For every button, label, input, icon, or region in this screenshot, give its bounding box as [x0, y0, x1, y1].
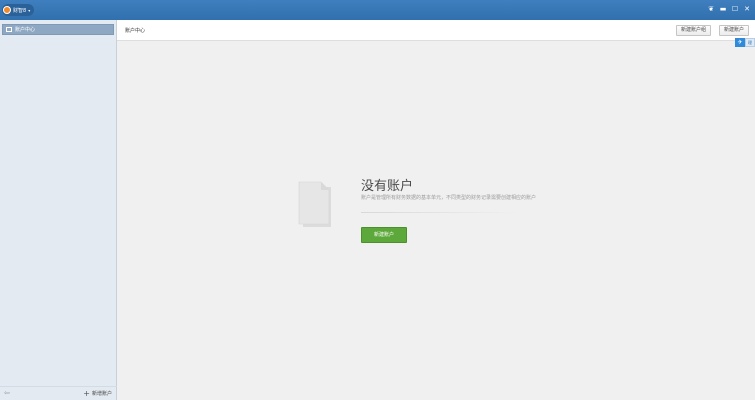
empty-state: 没有账户 账户是管理所有财务数据的基本单元，不同类型的财务记录需要创建相应的账户… [297, 175, 597, 255]
plus-icon: + [83, 389, 90, 398]
new-account-button[interactable]: 新建账户 [718, 25, 749, 36]
add-account-label: 新增账户 [91, 391, 112, 397]
page-title: 账户中心 [125, 28, 146, 34]
window-controls: ❦ ▬ ☐ ✕ [707, 5, 751, 14]
divider [361, 212, 521, 213]
sidebar-footer: ⇦ + 新增账户 [0, 386, 117, 400]
close-icon[interactable]: ✕ [743, 5, 751, 14]
title-bar: 财智8 ▾ ❦ ▬ ☐ ✕ [0, 0, 755, 20]
document-icon [298, 181, 331, 227]
skin-icon[interactable]: ❦ [707, 5, 715, 14]
finance-tab[interactable]: 理 [745, 38, 755, 47]
content-header: 账户中心 新建账户组 新建账户 [117, 20, 755, 41]
accounts-icon [6, 27, 12, 32]
new-account-group-button[interactable]: 新建账户组 [675, 25, 711, 36]
create-account-button[interactable]: 新建账户 [361, 227, 407, 243]
sidebar-item-label: 账户中心 [15, 27, 36, 33]
sidebar-item-account-center[interactable]: 账户中心 [2, 24, 114, 35]
app-logo-icon [3, 6, 11, 14]
plane-icon[interactable]: ✈ [735, 38, 745, 47]
empty-state-title: 没有账户 [361, 179, 414, 194]
side-widget[interactable]: ✈ 理 [735, 38, 755, 47]
sidebar: 账户中心 ⇦ + 新增账户 [0, 20, 117, 400]
main-content: 账户中心 新建账户组 新建账户 ✈ 理 没有账户 账户是管理所有财务数据的基本单… [117, 20, 755, 400]
back-arrow-icon[interactable]: ⇦ [4, 389, 10, 397]
minimize-icon[interactable]: ▬ [719, 5, 727, 14]
app-name: 财智8 [13, 7, 27, 14]
maximize-icon[interactable]: ☐ [731, 5, 739, 14]
app-menu-button[interactable]: 财智8 ▾ [2, 4, 34, 16]
empty-state-description: 账户是管理所有财务数据的基本单元，不同类型的财务记录需要创建相应的账户 [361, 195, 537, 201]
chevron-down-icon: ▾ [28, 7, 31, 13]
add-account-button[interactable]: + 新增账户 [83, 389, 112, 398]
